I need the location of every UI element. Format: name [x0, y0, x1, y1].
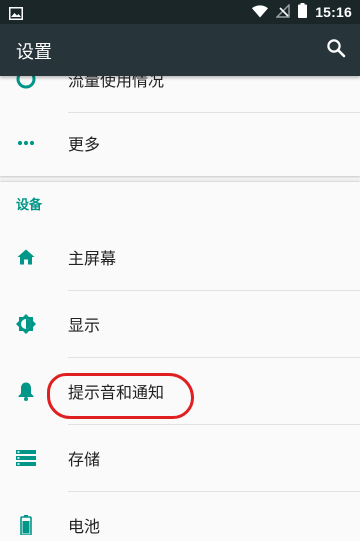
settings-item-more[interactable]: 更多	[0, 110, 360, 177]
settings-item-display[interactable]: 显示	[0, 291, 360, 358]
search-icon	[326, 38, 346, 62]
status-bar: 15:16	[0, 0, 360, 24]
settings-card-device: 设备 主屏幕 显示 提示音和通知 存储 电池	[0, 182, 360, 541]
battery-icon	[298, 2, 308, 22]
status-icons: 15:16	[252, 0, 352, 24]
data-usage-icon	[13, 76, 39, 92]
settings-item-storage[interactable]: 存储	[0, 425, 360, 492]
page-title: 设置	[16, 42, 52, 63]
home-icon	[13, 244, 39, 270]
bell-icon	[13, 378, 39, 404]
storage-icon	[13, 445, 39, 471]
search-button[interactable]	[322, 36, 350, 64]
settings-item-label: 显示	[68, 316, 101, 335]
settings-list[interactable]: 流量使用情况 更多 设备 主屏幕 显示 提示音和通知 存储 电池	[0, 76, 360, 541]
settings-item-sound-notification[interactable]: 提示音和通知	[0, 358, 360, 425]
app-bar: 设置	[0, 24, 360, 76]
settings-item-label: 提示音和通知	[68, 383, 165, 402]
more-icon	[13, 130, 39, 156]
settings-item-home[interactable]: 主屏幕	[0, 224, 360, 291]
battery-icon	[13, 512, 39, 538]
settings-item-label: 存储	[68, 450, 101, 469]
settings-item-data-usage[interactable]: 流量使用情况	[0, 76, 360, 113]
settings-item-label: 主屏幕	[68, 249, 117, 268]
settings-item-label: 更多	[68, 135, 101, 154]
settings-card-network: 流量使用情况 更多	[0, 76, 360, 176]
image-notification-icon	[9, 5, 23, 20]
settings-item-label: 电池	[68, 517, 101, 536]
settings-item-battery[interactable]: 电池	[0, 492, 360, 541]
no-signal-icon	[275, 2, 290, 22]
settings-item-label: 流量使用情况	[68, 76, 165, 90]
wifi-icon	[252, 3, 269, 22]
section-header: 设备	[16, 198, 43, 213]
status-time: 15:16	[315, 4, 352, 20]
brightness-icon	[13, 311, 39, 337]
